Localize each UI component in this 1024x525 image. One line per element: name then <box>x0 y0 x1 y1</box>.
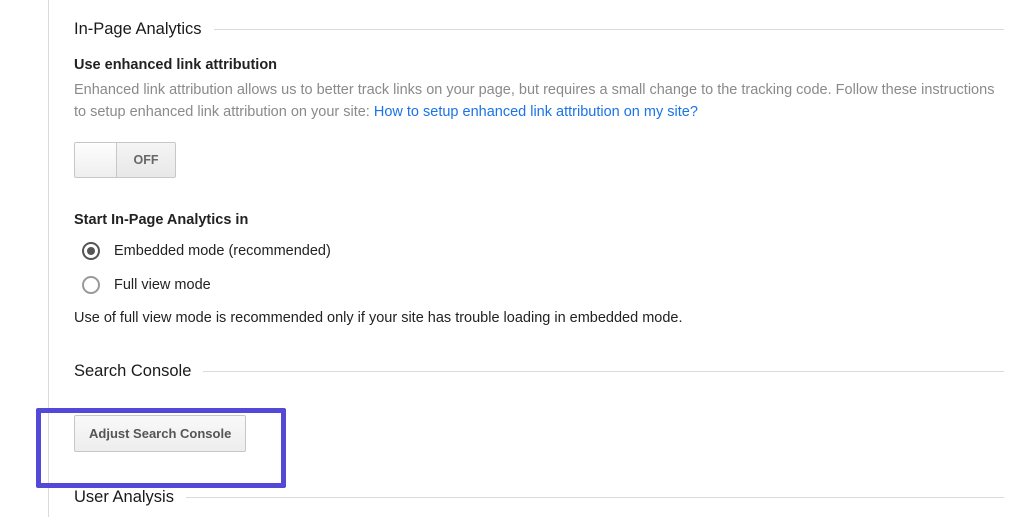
section-header-searchconsole: Search Console <box>74 362 1004 381</box>
enhanced-link-label: Use enhanced link attribution <box>74 57 1004 73</box>
adjust-search-console-button[interactable]: Adjust Search Console <box>74 415 246 452</box>
startin-label: Start In-Page Analytics in <box>74 212 1004 228</box>
settings-content: In-Page Analytics Use enhanced link attr… <box>74 20 1004 525</box>
radio-fullview[interactable] <box>82 276 100 294</box>
fullview-helper-text: Use of full view mode is recommended onl… <box>74 310 1004 326</box>
vertical-rule <box>48 0 49 517</box>
toggle-knob <box>75 143 117 177</box>
radio-embedded[interactable] <box>82 242 100 260</box>
section-rule <box>203 371 1004 372</box>
toggle-state-label: OFF <box>117 143 175 177</box>
enhanced-link-toggle-wrap: OFF <box>74 142 1004 182</box>
enhanced-link-toggle[interactable]: OFF <box>74 142 176 178</box>
enhanced-link-description-block: Enhanced link attribution allows us to b… <box>74 79 1004 124</box>
section-header-inpage: In-Page Analytics <box>74 20 1004 39</box>
radio-label-embedded: Embedded mode (recommended) <box>114 243 331 259</box>
section-header-useranalysis: User Analysis <box>74 488 1004 507</box>
section-title-inpage: In-Page Analytics <box>74 20 214 39</box>
section-rule <box>186 497 1004 498</box>
radio-label-fullview: Full view mode <box>114 277 211 293</box>
radio-row-fullview[interactable]: Full view mode <box>74 276 1004 294</box>
enhanced-link-help-link[interactable]: How to setup enhanced link attribution o… <box>374 104 698 120</box>
section-rule <box>214 29 1005 30</box>
section-title-searchconsole: Search Console <box>74 362 203 381</box>
section-title-useranalysis: User Analysis <box>74 488 186 507</box>
radio-row-embedded[interactable]: Embedded mode (recommended) <box>74 242 1004 260</box>
